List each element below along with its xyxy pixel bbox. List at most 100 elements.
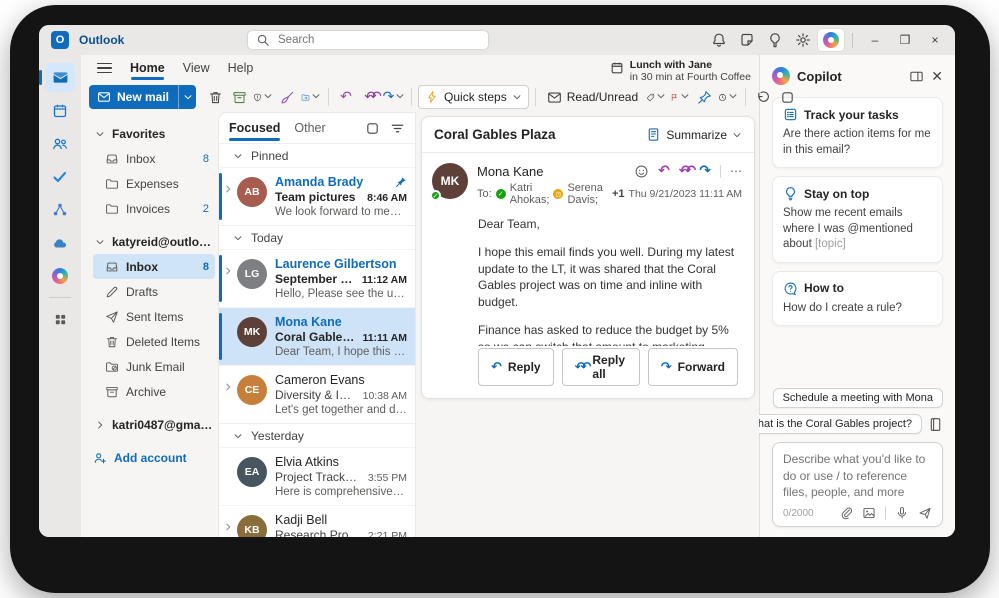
section-today[interactable]: Today: [219, 225, 415, 249]
undo-button[interactable]: [752, 85, 774, 109]
expand-chevron-icon[interactable]: [221, 373, 234, 416]
close-icon[interactable]: ✕: [931, 69, 943, 83]
categorize-button[interactable]: [645, 85, 667, 109]
copilot-input-box[interactable]: Describe what you'd like to do or use / …: [772, 442, 943, 527]
attach-icon[interactable]: [839, 506, 853, 520]
quick-steps-button[interactable]: Quick steps: [418, 85, 529, 109]
tab-help[interactable]: Help: [228, 55, 254, 81]
send-icon[interactable]: [918, 506, 932, 520]
section-pinned[interactable]: Pinned: [219, 143, 415, 167]
folder-item-invoices[interactable]: Invoices 2: [93, 196, 215, 221]
sweep-button[interactable]: [276, 85, 298, 109]
expand-chevron-icon[interactable]: [221, 513, 234, 537]
search-input[interactable]: [276, 33, 480, 47]
recipient[interactable]: Serena Davis;: [567, 182, 608, 206]
search-box[interactable]: [247, 30, 489, 50]
notifications-button[interactable]: [706, 29, 732, 51]
read-unread-button[interactable]: Read/Unread: [542, 85, 643, 109]
rail-item-calendar[interactable]: [45, 96, 75, 125]
rail-item-groups[interactable]: [45, 195, 75, 224]
report-button[interactable]: [252, 85, 274, 109]
folder-item-inbox-fav[interactable]: Inbox 8: [93, 146, 215, 171]
list-item-selected[interactable]: MK Mona Kane Coral Gables Plaza11:11 AM …: [219, 307, 415, 365]
rail-item-mail[interactable]: [45, 63, 75, 92]
list-item[interactable]: EA Elvia Atkins Project Tracker Design D…: [219, 447, 415, 505]
move-to-button[interactable]: [300, 85, 322, 109]
section-yesterday[interactable]: Yesterday: [219, 423, 415, 447]
list-item[interactable]: AB Amanda Brady Team pictures8:46 AM We …: [219, 167, 415, 225]
pin-button[interactable]: [693, 85, 715, 109]
open-in-window-icon[interactable]: [909, 69, 924, 84]
select-messages-icon[interactable]: [365, 121, 380, 136]
tab-home[interactable]: Home: [130, 55, 165, 81]
add-account-button[interactable]: Add account: [93, 451, 215, 465]
close-button[interactable]: ×: [921, 29, 949, 51]
expand-chevron-icon[interactable]: [221, 257, 234, 300]
settings-button[interactable]: [790, 29, 816, 51]
tab-other[interactable]: Other: [294, 113, 325, 143]
reply-all-icon[interactable]: ↶↶: [679, 163, 690, 179]
image-icon[interactable]: [862, 506, 876, 520]
snooze-button[interactable]: [717, 85, 739, 109]
rail-item-copilot[interactable]: [45, 261, 75, 290]
notes-button[interactable]: [734, 29, 760, 51]
flag-button[interactable]: [669, 85, 691, 109]
tab-view[interactable]: View: [183, 55, 210, 81]
meeting-reminder[interactable]: Lunch with Jane in 30 min at Fourth Coff…: [610, 59, 751, 83]
minimize-button[interactable]: –: [861, 29, 889, 51]
reply-button[interactable]: ↶: [335, 85, 357, 109]
forward-button[interactable]: ↷: [383, 85, 405, 109]
reply-all-button[interactable]: ↶↶: [359, 85, 381, 109]
chevron-down-icon: [183, 92, 193, 102]
new-mail-dropdown[interactable]: [178, 85, 196, 109]
folder-item-deleted[interactable]: Deleted Items: [93, 329, 215, 354]
list-item[interactable]: CE Cameron Evans Diversity & Inclusion P…: [219, 365, 415, 423]
secondary-account-header[interactable]: katri0487@gmail.com: [93, 412, 215, 437]
forward-button[interactable]: ↷Forward: [648, 348, 738, 386]
more-recipients[interactable]: +1: [612, 188, 625, 200]
reactions-smiley-icon[interactable]: [634, 164, 649, 179]
account-header[interactable]: katyreid@outlook.co...: [93, 229, 215, 254]
folder-item-archive[interactable]: Archive: [93, 379, 215, 404]
suggestion-chip[interactable]: Schedule a meeting with Mona: [773, 388, 943, 408]
rail-item-people[interactable]: [45, 129, 75, 158]
forward-icon[interactable]: ↷: [699, 163, 711, 179]
delete-button[interactable]: [204, 85, 226, 109]
prompt-guide-icon[interactable]: [928, 417, 943, 432]
copilot-input-placeholder[interactable]: Describe what you'd like to do or use / …: [783, 451, 932, 500]
suggestion-chip[interactable]: What is the Coral Gables project?: [738, 414, 922, 434]
list-item[interactable]: LG Laurence Gilbertson September Expense…: [219, 249, 415, 307]
new-mail-button[interactable]: New mail: [89, 85, 196, 109]
hamburger-menu-button[interactable]: [97, 63, 112, 74]
folder-item-sent[interactable]: Sent Items: [93, 304, 215, 329]
rail-item-todo[interactable]: [45, 162, 75, 191]
recipient[interactable]: Katri Ahokas;: [510, 182, 550, 206]
rail-item-onedrive[interactable]: [45, 228, 75, 257]
summarize-button[interactable]: Summarize: [646, 127, 742, 142]
cloud-icon: [52, 235, 68, 251]
expand-chevron-icon[interactable]: [221, 175, 234, 218]
copilot-card-how-to[interactable]: How to How do I create a rule?: [772, 271, 943, 327]
copilot-toggle-button[interactable]: [818, 29, 844, 51]
mic-icon[interactable]: [895, 506, 909, 520]
tips-button[interactable]: [762, 29, 788, 51]
more-options-icon[interactable]: ⋯: [730, 164, 742, 178]
reply-button[interactable]: ↶Reply: [478, 348, 554, 386]
copilot-card-track-tasks[interactable]: Track your tasks Are there action items …: [772, 97, 943, 168]
maximize-button[interactable]: ❐: [891, 29, 919, 51]
folder-item-junk[interactable]: Junk Email: [93, 354, 215, 379]
tab-focused[interactable]: Focused: [229, 113, 280, 143]
copilot-card-stay-on-top[interactable]: Stay on top Show me recent emails where …: [772, 176, 943, 263]
reply-all-button[interactable]: ↶↶Reply all: [562, 348, 640, 386]
favorites-header[interactable]: Favorites: [93, 121, 215, 146]
presence-available-icon: ✓: [496, 189, 506, 199]
more-apps-button[interactable]: [776, 85, 798, 109]
folder-item-expenses[interactable]: Expenses: [93, 171, 215, 196]
folder-item-inbox[interactable]: Inbox 8: [93, 254, 215, 279]
archive-button[interactable]: [228, 85, 250, 109]
reply-icon[interactable]: ↶: [658, 163, 670, 179]
list-item[interactable]: KB Kadji Bell Research Project Update2:2…: [219, 505, 415, 537]
rail-item-apps[interactable]: [45, 305, 75, 334]
folder-item-drafts[interactable]: Drafts: [93, 279, 215, 304]
filter-icon[interactable]: [390, 121, 405, 136]
